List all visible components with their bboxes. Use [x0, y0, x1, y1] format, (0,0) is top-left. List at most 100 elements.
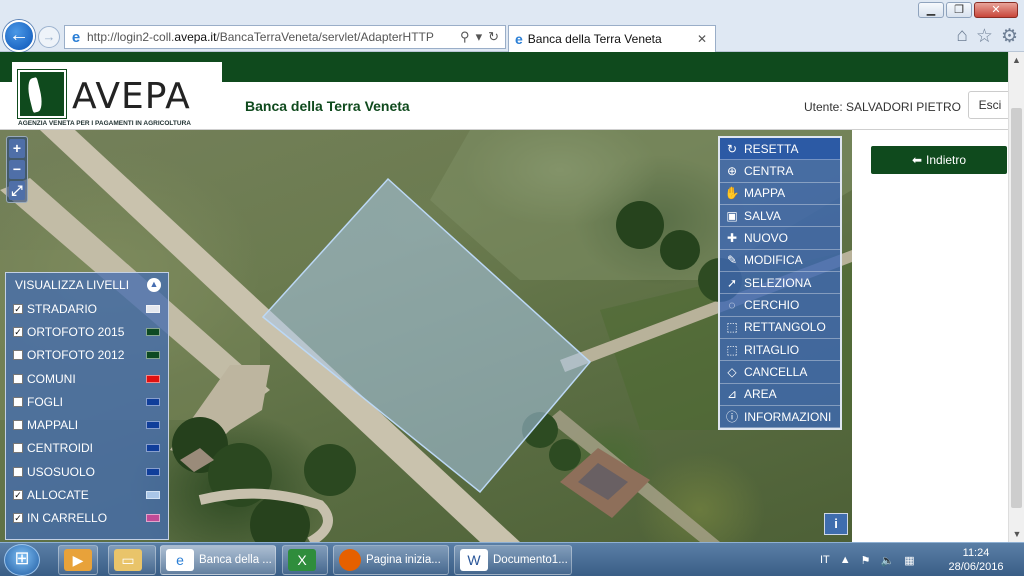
layer-item[interactable]: CENTROIDI	[6, 437, 168, 460]
taskbar-label: Banca della ...	[199, 554, 272, 566]
exit-button[interactable]: Esci	[968, 91, 1008, 119]
tool-seleziona-button[interactable]: ➚ SELEZIONA	[720, 272, 840, 295]
settings-gear-icon[interactable]: ⚙	[1001, 25, 1018, 48]
browser-tab[interactable]: e Banca della Terra Veneta ✕	[508, 25, 716, 52]
tool-resetta-button[interactable]: ↻ RESETTA	[720, 138, 840, 161]
logo-subtitle: AGENZIA VENETA PER I PAGAMENTI IN AGRICO…	[18, 120, 191, 127]
map-view[interactable]: + − ⤢ VISUALIZZA LIVELLI ▲ ✓ STRADARIO ✓ OR…	[0, 130, 852, 542]
tool-informazioni-button[interactable]: ⓘ INFORMAZIONI	[720, 406, 840, 429]
scroll-up-icon[interactable]: ▲	[1009, 52, 1024, 68]
layer-label: ORTOFOTO 2015	[27, 324, 125, 339]
scroll-down-icon[interactable]: ▼	[1009, 526, 1024, 542]
reset-icon: ↻	[726, 141, 738, 156]
favorites-star-icon[interactable]: ☆	[976, 25, 993, 48]
tool-nuovo-button[interactable]: ✚ NUOVO	[720, 227, 840, 250]
rectangle-icon: ⬚	[726, 320, 738, 335]
volume-icon[interactable]: 🔈	[881, 554, 895, 567]
fullscreen-button[interactable]: ⤢	[9, 181, 25, 200]
zoom-in-button[interactable]: +	[9, 139, 25, 158]
page-scrollbar[interactable]: ▲ ▼	[1008, 52, 1024, 542]
refresh-icon[interactable]: ↻	[488, 29, 499, 45]
layer-item[interactable]: USOSUOLO	[6, 460, 168, 483]
tool-label: AREA	[744, 387, 777, 402]
layer-checkbox[interactable]	[13, 350, 23, 361]
tool-area-button[interactable]: ⊿ AREA	[720, 384, 840, 407]
page-header: AVEPA AGENZIA VENETA PER I PAGAMENTI IN …	[0, 62, 1008, 130]
taskbar-explorer[interactable]: ▭	[108, 545, 156, 575]
home-icon[interactable]: ⌂	[956, 25, 967, 48]
layer-checkbox[interactable]: ✓	[13, 326, 23, 337]
taskbar-firefox[interactable]: Pagina inizia...	[333, 545, 449, 575]
layer-checkbox[interactable]: ✓	[13, 303, 23, 314]
layer-checkbox[interactable]	[13, 420, 23, 431]
tools-panel: ↻ RESETTA ⊕ CENTRA ✋ MAPPA ▣ SALVA ✚ NUOVO ✎ MODIFI…	[718, 136, 842, 430]
tool-rettangolo-button[interactable]: ⬚ RETTANGOLO	[720, 317, 840, 340]
layer-item[interactable]: MAPPALI	[6, 413, 168, 436]
close-window-button[interactable]: ✕	[974, 2, 1018, 18]
zoom-controls: + − ⤢	[6, 136, 28, 203]
address-bar[interactable]: e http://login2-coll.avepa.it/BancaTerra…	[64, 25, 506, 49]
layers-panel-header[interactable]: VISUALIZZA LIVELLI ▲	[6, 273, 168, 297]
layer-label: MAPPALI	[27, 418, 79, 433]
taskbar-ie[interactable]: e Banca della ...	[160, 545, 276, 575]
tool-label: NUOVO	[744, 231, 789, 246]
tool-centra-button[interactable]: ⊕ CENTRA	[720, 160, 840, 183]
tool-cerchio-button[interactable]: ◌ CERCHIO	[720, 294, 840, 317]
ie-icon: e	[515, 31, 523, 47]
layer-checkbox[interactable]: ✓	[13, 513, 23, 524]
layer-item[interactable]: ✓ IN CARRELLO	[6, 507, 168, 530]
start-button[interactable]	[4, 544, 40, 576]
tool-modifica-button[interactable]: ✎ MODIFICA	[720, 250, 840, 273]
taskbar-word[interactable]: W Documento1...	[454, 545, 572, 575]
layer-checkbox[interactable]	[13, 373, 23, 384]
search-icon[interactable]: ⚲	[460, 29, 470, 45]
hand-icon: ✋	[724, 186, 740, 201]
taskbar-media-player[interactable]: ▶	[58, 545, 98, 575]
layer-checkbox[interactable]	[13, 466, 23, 477]
browser-chrome: ▁ ❐ ✕ ← → e http://login2-coll.avepa.it/…	[0, 0, 1024, 52]
tool-label: MODIFICA	[744, 253, 803, 268]
layer-checkbox[interactable]	[13, 443, 23, 454]
zoom-out-button[interactable]: −	[9, 160, 25, 179]
map-info-button[interactable]: i	[824, 513, 848, 535]
layer-label: IN CARRELLO	[27, 511, 108, 526]
browser-forward-button[interactable]: →	[38, 26, 60, 48]
maximize-button[interactable]: ❐	[946, 2, 972, 18]
layer-color-swatch	[146, 467, 160, 476]
layers-panel: VISUALIZZA LIVELLI ▲ ✓ STRADARIO ✓ ORTOFOTO…	[5, 272, 169, 540]
taskbar-label: Pagina inizia...	[366, 554, 441, 566]
layer-item[interactable]: ✓ STRADARIO	[6, 297, 168, 320]
layer-label: COMUNI	[27, 371, 76, 386]
flag-icon[interactable]: ⚑	[861, 554, 871, 567]
layer-item[interactable]: ✓ ORTOFOTO 2015	[6, 320, 168, 343]
language-indicator[interactable]: IT	[820, 554, 830, 566]
tool-mappa-button[interactable]: ✋ MAPPA	[720, 183, 840, 206]
tool-label: SELEZIONA	[744, 275, 812, 290]
show-hidden-icon[interactable]: ▲	[840, 554, 851, 566]
layer-checkbox[interactable]	[13, 396, 23, 407]
layer-item[interactable]: ✓ ALLOCATE	[6, 483, 168, 506]
avepa-logo[interactable]: AVEPA AGENZIA VENETA PER I PAGAMENTI IN …	[12, 62, 222, 128]
tool-ritaglio-button[interactable]: ⬚ RITAGLIO	[720, 339, 840, 362]
tab-title: Banca della Terra Veneta	[527, 32, 662, 46]
layer-color-swatch	[146, 351, 160, 360]
plus-icon: ✚	[726, 231, 738, 246]
layer-item[interactable]: ORTOFOTO 2012	[6, 344, 168, 367]
scroll-thumb[interactable]	[1011, 108, 1022, 508]
collapse-icon[interactable]: ▲	[147, 278, 161, 292]
tool-cancella-button[interactable]: ◇ CANCELLA	[720, 361, 840, 384]
tool-salva-button[interactable]: ▣ SALVA	[720, 205, 840, 228]
address-url[interactable]: http://login2-coll.avepa.it/BancaTerraVe…	[87, 30, 460, 44]
clock[interactable]: 11:24 28/06/2016	[942, 546, 1010, 574]
layer-item[interactable]: COMUNI	[6, 367, 168, 390]
layer-item[interactable]: FOGLI	[6, 390, 168, 413]
minimize-button[interactable]: ▁	[918, 2, 944, 18]
dropdown-icon[interactable]: ▾	[476, 29, 483, 45]
browser-back-button[interactable]: ←	[3, 20, 35, 52]
back-button[interactable]: ⬅ Indietro	[871, 146, 1007, 174]
network-icon[interactable]: ▦	[904, 554, 914, 567]
layer-checkbox[interactable]: ✓	[13, 490, 23, 501]
taskbar-excel[interactable]: X	[282, 545, 328, 575]
close-tab-icon[interactable]: ✕	[697, 32, 715, 46]
tool-label: CENTRA	[744, 164, 794, 179]
